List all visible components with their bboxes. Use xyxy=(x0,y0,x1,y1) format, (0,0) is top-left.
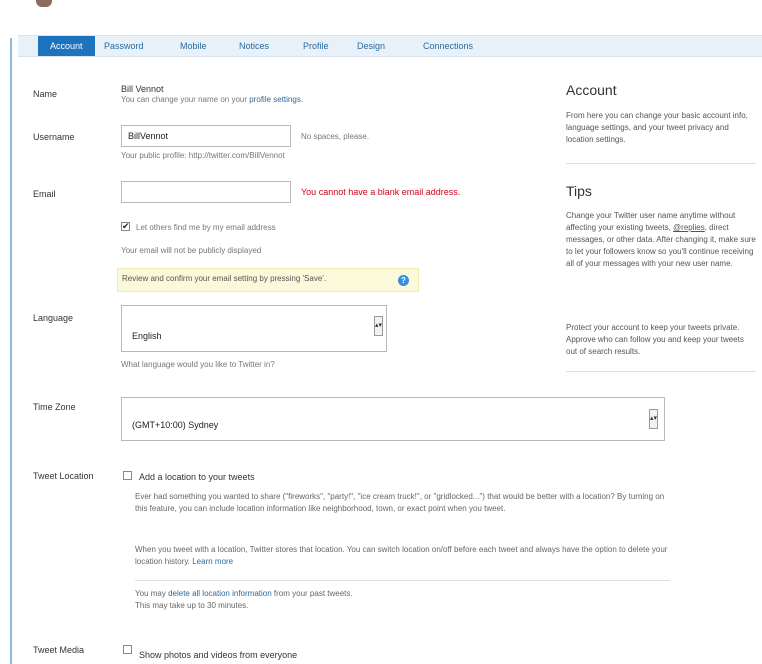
settings-tabs: Account Password Mobile Notices Profile … xyxy=(18,35,762,57)
email-find-label: Let others find me by my email address xyxy=(136,223,276,232)
email-note: Your email will not be publicly displaye… xyxy=(121,246,262,255)
language-value: English xyxy=(132,331,162,341)
left-accent-line xyxy=(10,38,12,664)
tab-mobile[interactable]: Mobile xyxy=(176,36,211,56)
profile-settings-link[interactable]: profile settings xyxy=(249,95,301,104)
username-hint: No spaces, please. xyxy=(301,132,370,141)
tweet-media-checkbox[interactable] xyxy=(123,645,132,654)
tab-account[interactable]: Account xyxy=(38,36,95,56)
tweet-location-para3-suffix: from your past tweets. xyxy=(271,589,353,598)
tab-password[interactable]: Password xyxy=(100,36,148,56)
username-label: Username xyxy=(33,132,75,142)
sidebar-tips-p1: Change your Twitter user name anytime wi… xyxy=(566,210,756,270)
timezone-select[interactable]: (GMT+10:00) Sydney ▴▾ xyxy=(121,397,665,441)
tweet-location-para3-prefix: You may xyxy=(135,589,169,598)
tab-profile[interactable]: Profile xyxy=(299,36,333,56)
email-error: You cannot have a blank email address. xyxy=(301,187,461,197)
tweet-location-checkbox-label: Add a location to your tweets xyxy=(139,472,255,482)
name-help-prefix: You can change your name on your xyxy=(121,95,250,104)
chevron-down-icon: ▴▾ xyxy=(649,409,658,429)
sidebar-tips-replies: @replies xyxy=(673,223,705,232)
username-input[interactable]: BillVennot xyxy=(121,125,291,147)
tweet-location-para3: You may delete all location information … xyxy=(135,588,535,612)
name-help-suffix: . xyxy=(300,95,304,104)
name-help: You can change your name on your profile… xyxy=(121,95,303,104)
email-label: Email xyxy=(33,189,56,199)
tweet-location-label: Tweet Location xyxy=(33,471,94,481)
email-notice: Review and confirm your email setting by… xyxy=(117,268,419,292)
tab-connections[interactable]: Connections xyxy=(419,36,477,56)
tweet-media-label: Tweet Media xyxy=(33,645,85,655)
sidebar-divider xyxy=(566,163,756,164)
language-label: Language xyxy=(33,313,74,323)
timezone-value: (GMT+10:00) Sydney xyxy=(132,420,219,430)
chevron-down-icon: ▴▾ xyxy=(374,316,383,336)
email-input[interactable] xyxy=(121,181,291,203)
language-select[interactable]: English ▴▾ xyxy=(121,305,387,352)
sidebar-divider xyxy=(566,371,756,372)
email-find-checkbox[interactable]: ✔ xyxy=(121,222,130,231)
tab-design[interactable]: Design xyxy=(353,36,389,56)
name-value: Bill Vennot xyxy=(121,84,164,94)
divider xyxy=(135,580,670,581)
sidebar-account-title: Account xyxy=(566,82,617,98)
tweet-location-para1: Ever had something you wanted to share (… xyxy=(135,492,665,513)
tweet-location-para3-line2: This may take up to 30 minutes. xyxy=(135,601,249,610)
timezone-label: Time Zone xyxy=(33,402,76,412)
language-help: What language would you like to Twitter … xyxy=(121,360,275,369)
tweet-location-para2: When you tweet with a location, Twitter … xyxy=(135,544,670,568)
sidebar-tips-p2: Protect your account to keep your tweets… xyxy=(566,323,744,356)
name-label: Name xyxy=(33,89,58,99)
learn-more-link[interactable]: Learn more xyxy=(192,557,233,566)
tab-notices[interactable]: Notices xyxy=(235,36,273,56)
delete-location-link[interactable]: delete all location information xyxy=(168,589,272,598)
sidebar-account-text: From here you can change your basic acco… xyxy=(566,111,748,144)
help-icon[interactable]: ? xyxy=(398,275,409,286)
sidebar-tips-title: Tips xyxy=(566,183,592,199)
username-help: Your public profile: http://twitter.com/… xyxy=(121,151,285,160)
tweet-media-checkbox-label: Show photos and videos from everyone xyxy=(139,650,298,660)
avatar xyxy=(36,0,52,7)
tweet-location-checkbox[interactable] xyxy=(123,471,132,480)
email-notice-text: Review and confirm your email setting by… xyxy=(122,274,327,283)
